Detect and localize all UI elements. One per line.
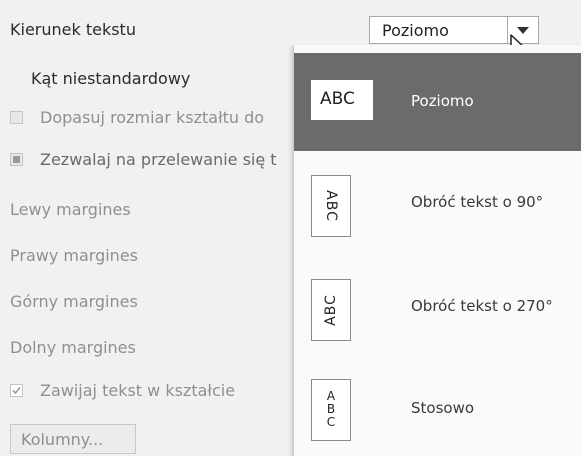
wrap-text-checkbox[interactable] bbox=[10, 384, 23, 397]
option-stacked-label: Stosowo bbox=[411, 399, 475, 417]
text-direction-label-text: Kierunek tekstu bbox=[10, 20, 136, 39]
wrap-text-label: Zawijaj tekst w kształcie bbox=[40, 381, 236, 400]
stacked-letter-c: C bbox=[326, 415, 336, 429]
left-margin-label: Lewy margines bbox=[10, 200, 131, 219]
option-rotate-90[interactable]: ABC Obróć tekst o 90° bbox=[294, 155, 581, 253]
option-rotate-90-label: Obróć tekst o 90° bbox=[411, 193, 544, 211]
wrap-text-option[interactable]: Zawijaj tekst w kształcie bbox=[10, 381, 295, 403]
horizontal-preview: ABC bbox=[311, 80, 373, 120]
columns-button-label: Kolumny... bbox=[21, 430, 104, 449]
rotate-270-sample: ABC bbox=[323, 294, 339, 326]
columns-button[interactable]: Kolumny... bbox=[10, 424, 136, 454]
fit-shape-label: Dopasuj rozmiar kształtu do bbox=[40, 108, 265, 127]
rotate-90-preview: ABC bbox=[311, 175, 351, 237]
rotate-270-preview: ABC bbox=[311, 279, 351, 341]
rotate-90-sample: ABC bbox=[323, 190, 339, 222]
option-horizontal[interactable]: ABC Poziomo bbox=[294, 53, 581, 151]
fit-shape-option[interactable]: Dopasuj rozmiar kształtu do bbox=[10, 108, 295, 130]
option-rotate-270[interactable]: ABC Obróć tekst o 270° bbox=[294, 259, 581, 357]
right-margin-label: Prawy margines bbox=[10, 246, 138, 265]
option-stacked[interactable]: A B C Stosowo bbox=[294, 359, 581, 456]
horizontal-sample: ABC bbox=[320, 89, 355, 109]
fit-shape-checkbox[interactable] bbox=[10, 111, 23, 124]
text-direction-value: Poziomo bbox=[382, 21, 449, 40]
custom-angle-text: Kąt niestandardowy bbox=[31, 69, 191, 88]
custom-angle-label: Kąt niestandardowy bbox=[31, 69, 190, 88]
text-direction-label: Kierunek tekstu bbox=[10, 20, 136, 39]
top-margin-label: Górny margines bbox=[10, 292, 138, 311]
check-icon bbox=[12, 386, 21, 395]
stacked-preview: A B C bbox=[311, 379, 351, 441]
allow-overflow-checkbox[interactable] bbox=[10, 153, 23, 166]
stacked-sample: A B C bbox=[312, 390, 350, 429]
allow-overflow-option[interactable]: Zezwalaj na przelewanie się t bbox=[10, 150, 295, 172]
allow-overflow-label: Zezwalaj na przelewanie się t bbox=[40, 150, 277, 169]
option-rotate-270-label: Obróć tekst o 270° bbox=[411, 297, 553, 315]
bottom-margin-label: Dolny margines bbox=[10, 338, 136, 357]
option-horizontal-label: Poziomo bbox=[411, 92, 474, 110]
text-direction-dropdown: ABC Poziomo ABC Obróć tekst o 90° ABC Ob… bbox=[293, 45, 581, 456]
